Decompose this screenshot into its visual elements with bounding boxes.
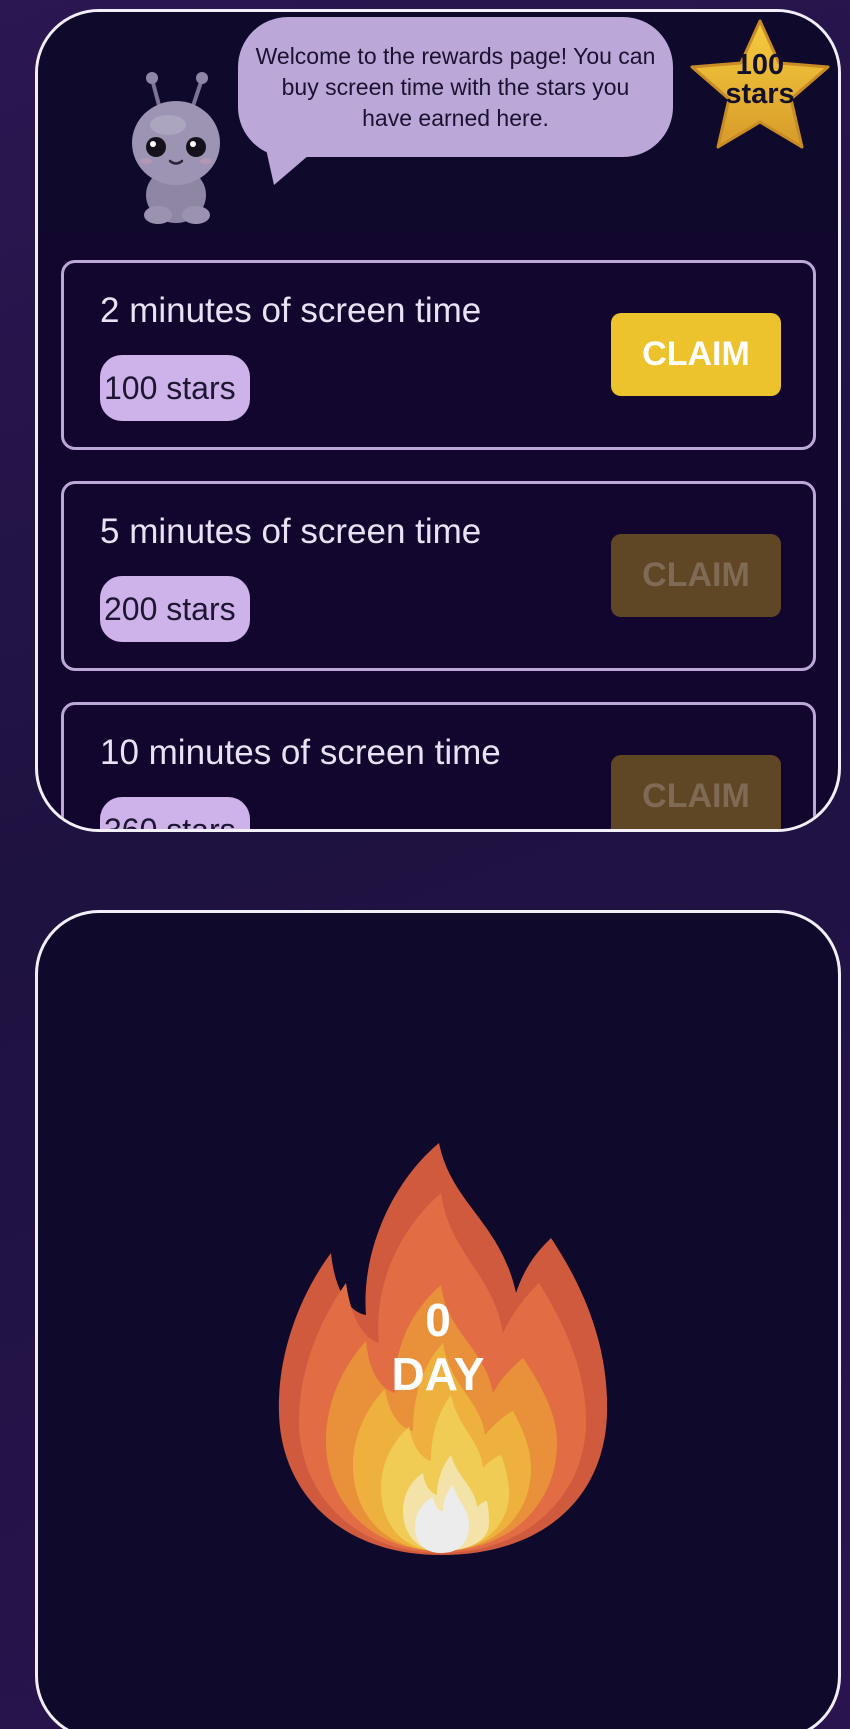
reward-title: 10 minutes of screen time [100, 733, 501, 772]
star-balance-badge: 100 stars [685, 17, 835, 153]
reward-cost-badge: 100 stars [100, 355, 250, 421]
reward-item: 5 minutes of screen time 200 stars CLAIM [61, 481, 816, 671]
reward-item: 2 minutes of screen time 100 stars CLAIM [61, 260, 816, 450]
rewards-header: Welcome to the rewards page! You can buy… [38, 12, 838, 232]
reward-list: 2 minutes of screen time 100 stars CLAIM… [61, 260, 816, 829]
reward-cost-badge: 200 stars [100, 576, 250, 642]
alien-mascot-icon [112, 67, 242, 227]
streak-card: 0 DAY [35, 910, 841, 1729]
streak-unit: DAY [391, 1348, 485, 1400]
rewards-card: Welcome to the rewards page! You can buy… [35, 9, 841, 832]
reward-title: 2 minutes of screen time [100, 291, 482, 330]
claim-button[interactable]: CLAIM [611, 313, 781, 396]
streak-count: 0 [425, 1294, 451, 1346]
claim-button-disabled[interactable]: CLAIM [611, 755, 781, 829]
star-balance-amount: 100 [735, 49, 785, 81]
star-balance-unit: stars [725, 78, 795, 110]
star-balance-text: 100 stars [685, 51, 835, 109]
reward-cost-badge: 360 stars [100, 797, 250, 829]
welcome-message: Welcome to the rewards page! You can buy… [255, 42, 656, 131]
reward-item: 10 minutes of screen time 360 stars CLAI… [61, 702, 816, 829]
reward-title: 5 minutes of screen time [100, 512, 482, 551]
claim-button-disabled[interactable]: CLAIM [611, 534, 781, 617]
speech-bubble: Welcome to the rewards page! You can buy… [238, 17, 673, 185]
